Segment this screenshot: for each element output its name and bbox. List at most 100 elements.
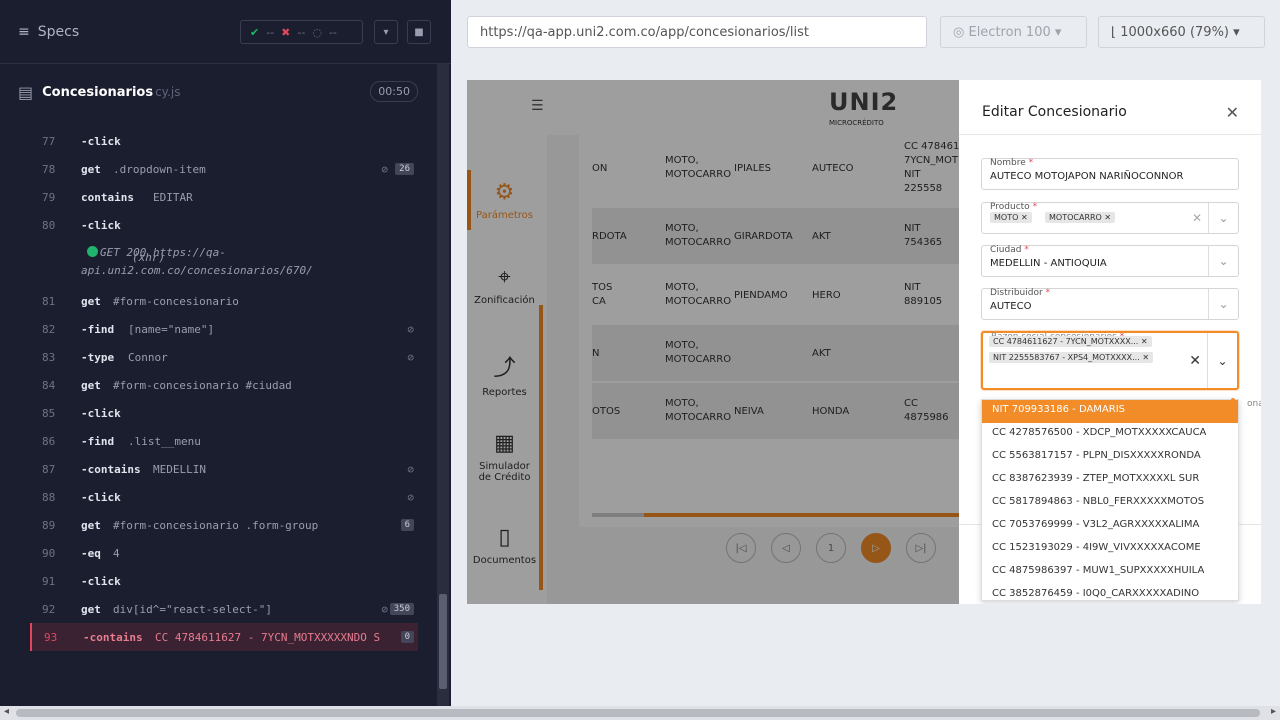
- chip-remove-icon[interactable]: ✕: [1141, 337, 1148, 346]
- command-name: get: [81, 294, 101, 308]
- command-row[interactable]: 91 -click: [30, 567, 418, 595]
- command-name: get: [81, 378, 101, 392]
- clear-icon[interactable]: ✕: [1192, 211, 1202, 225]
- command-row[interactable]: 87 -contains MEDELLIN ⊘: [30, 455, 418, 483]
- dropdown-option[interactable]: CC 7053769999 - V3L2_AGRXXXXXALIMA: [982, 515, 1238, 538]
- line-number: 79: [42, 190, 56, 204]
- app-page: ☰ UNI2 MICROCRÉDITO ⚙ Parámetros ⌖ Zonific…: [467, 80, 960, 604]
- selected-chip[interactable]: MOTOCARRO ✕: [1045, 212, 1116, 223]
- test-runner-panel: ≡ Specs ✔ -- ✖ -- ◌ -- ▾ ■ ▤ Concesionarios…: [0, 0, 451, 706]
- failed-command-row[interactable]: 93 -contains CC 4784611627 - 7YCN_MOTXXXXX…: [30, 623, 418, 651]
- dropdown-option[interactable]: CC 5563817157 - PLPN_DISXXXXXRONDA: [982, 446, 1238, 469]
- command-arg: Connor: [128, 350, 168, 364]
- ciudad-select[interactable]: Ciudad * MEDELLIN - ANTIOQUIA ⌄: [981, 245, 1239, 277]
- eye-hidden-icon: ⊘: [381, 162, 388, 176]
- command-row[interactable]: 77 -click: [30, 127, 418, 155]
- scrollbar-thumb[interactable]: [16, 709, 1260, 717]
- command-row[interactable]: 81 get #form-concesionario: [30, 287, 418, 315]
- specs-toggle[interactable]: ≡ Specs: [18, 24, 79, 40]
- command-row[interactable]: 90 -eq 4: [30, 539, 418, 567]
- chip-remove-icon[interactable]: ✕: [1021, 213, 1028, 222]
- stats-box: ✔ -- ✖ -- ◌ --: [240, 20, 363, 44]
- razon-social-dropdown-menu: NIT 709933186 - DAMARIS CC 4278576500 - …: [981, 399, 1239, 601]
- command-log-scrollbar[interactable]: [437, 64, 449, 706]
- command-name: -type: [81, 350, 115, 364]
- eye-hidden-icon: ⊘: [407, 350, 414, 364]
- dropdown-scrollbar[interactable]: [1231, 398, 1235, 412]
- chevron-down-icon[interactable]: ⌄: [1208, 289, 1238, 319]
- line-number: 86: [42, 434, 56, 448]
- command-row[interactable]: 85 -click: [30, 399, 418, 427]
- line-number: 88: [42, 490, 56, 504]
- xhr-log-row[interactable]: (xhr) GET 200 https://qa-api.uni2.com.co/…: [30, 239, 418, 287]
- chip-remove-icon[interactable]: ✕: [1104, 213, 1111, 222]
- ruler-icon: ⌊: [1111, 25, 1121, 40]
- spec-duration: 00:50: [370, 81, 418, 102]
- command-row[interactable]: 86 -find .list__menu: [30, 427, 418, 455]
- line-number: 89: [42, 518, 56, 532]
- command-name: -contains: [83, 630, 143, 644]
- chevron-down-icon[interactable]: ⌄: [1208, 203, 1238, 233]
- razon-social-select[interactable]: Razon social concesionarios * CC 4784611…: [981, 331, 1239, 390]
- line-number: 92: [42, 602, 56, 616]
- dropdown-option[interactable]: CC 4278576500 - XDCP_MOTXXXXXCAUCA: [982, 423, 1238, 446]
- command-row[interactable]: 78 get .dropdown-item ⊘ 26: [30, 155, 418, 183]
- selected-chip[interactable]: NIT 2255583767 - XPS4_MOTXXXX... ✕: [989, 352, 1154, 363]
- distribuidor-select[interactable]: Distribuidor * AUTECO ⌄: [981, 288, 1239, 320]
- xhr-label: (xhr): [132, 251, 166, 264]
- viewport-info[interactable]: ⌊ 1000x660 (79%) ▾: [1098, 16, 1265, 48]
- command-name: -find: [81, 322, 115, 336]
- line-number: 90: [42, 546, 56, 560]
- chevron-down-icon[interactable]: ⌄: [1208, 246, 1238, 276]
- command-name: -click: [81, 490, 121, 504]
- nombre-field[interactable]: Nombre * AUTECO MOTOJAPON NARIÑOCONNOR: [981, 158, 1239, 190]
- ciudad-value: MEDELLIN - ANTIOQUIA: [990, 258, 1107, 269]
- command-name: -click: [81, 134, 121, 148]
- command-row[interactable]: 89 get #form-concesionario .form-group 6: [30, 511, 418, 539]
- scrollbar-thumb[interactable]: [439, 594, 447, 689]
- dropdown-option[interactable]: CC 4875986397 - MUW1_SUPXXXXXHUILA: [982, 561, 1238, 584]
- command-arg: EDITAR: [153, 190, 193, 204]
- close-icon[interactable]: ✕: [1226, 103, 1239, 122]
- selected-chip[interactable]: CC 4784611627 - 7YCN_MOTXXXX... ✕: [989, 336, 1152, 347]
- spec-file-ext: cy.js: [155, 85, 181, 99]
- dropdown-option[interactable]: CC 5817894863 - NBL0_FERXXXXXMOTOS: [982, 492, 1238, 515]
- selected-chip[interactable]: MOTO ✕: [990, 212, 1032, 223]
- line-number: 78: [42, 162, 56, 176]
- field-label: Producto *: [990, 202, 1038, 212]
- failed-icon: ✖: [281, 25, 291, 39]
- horizontal-scrollbar[interactable]: ◂ ▸: [0, 706, 1280, 720]
- stop-button[interactable]: ■: [407, 20, 431, 44]
- command-name: get: [81, 162, 101, 176]
- producto-select[interactable]: Producto * MOTO ✕ MOTOCARRO ✕ ✕ ⌄: [981, 202, 1239, 234]
- command-arg: #form-concesionario: [113, 294, 239, 308]
- dropdown-option[interactable]: CC 8387623939 - ZTEP_MOTXXXXXL SUR: [982, 469, 1238, 492]
- modal-title: Editar Concesionario: [982, 104, 1127, 120]
- command-row[interactable]: 84 get #form-concesionario #ciudad: [30, 371, 418, 399]
- clear-icon[interactable]: ✕: [1189, 353, 1201, 369]
- command-name: get: [81, 518, 101, 532]
- command-arg: div[id^="react-select-"]: [113, 602, 272, 616]
- chevron-down-icon[interactable]: ▾: [374, 20, 398, 44]
- chevron-down-icon[interactable]: ⌄: [1207, 333, 1237, 388]
- pending-icon: ◌: [312, 25, 322, 39]
- eye-hidden-icon: ⊘: [381, 602, 388, 616]
- menu-icon: ≡: [18, 24, 30, 40]
- chevron-right-icon[interactable]: ▸: [1271, 706, 1276, 717]
- dropdown-option[interactable]: CC 3852876459 - I0Q0_CARXXXXXADINO: [982, 584, 1238, 600]
- command-row[interactable]: 88 -click ⊘: [30, 483, 418, 511]
- command-row[interactable]: 92 get div[id^="react-select-"] ⊘ 350: [30, 595, 418, 623]
- chip-remove-icon[interactable]: ✕: [1142, 353, 1149, 362]
- chevron-left-icon[interactable]: ◂: [4, 706, 9, 717]
- passed-count: --: [266, 25, 275, 39]
- command-row[interactable]: 80 -click: [30, 211, 418, 239]
- dropdown-option[interactable]: NIT 709933186 - DAMARIS: [982, 400, 1238, 423]
- command-row[interactable]: 83 -type Connor ⊘: [30, 343, 418, 371]
- specs-label: Specs: [37, 24, 80, 40]
- dropdown-option[interactable]: CC 1523193029 - 4I9W_VIVXXXXXACOME: [982, 538, 1238, 561]
- command-row[interactable]: 79 contains EDITAR: [30, 183, 418, 211]
- browser-selector[interactable]: ◎ Electron 100 ▾: [940, 16, 1087, 48]
- url-bar[interactable]: https://qa-app.uni2.com.co/app/concesion…: [467, 16, 927, 48]
- modal-backdrop[interactable]: [467, 80, 959, 604]
- command-row[interactable]: 82 -find [name="name"] ⊘: [30, 315, 418, 343]
